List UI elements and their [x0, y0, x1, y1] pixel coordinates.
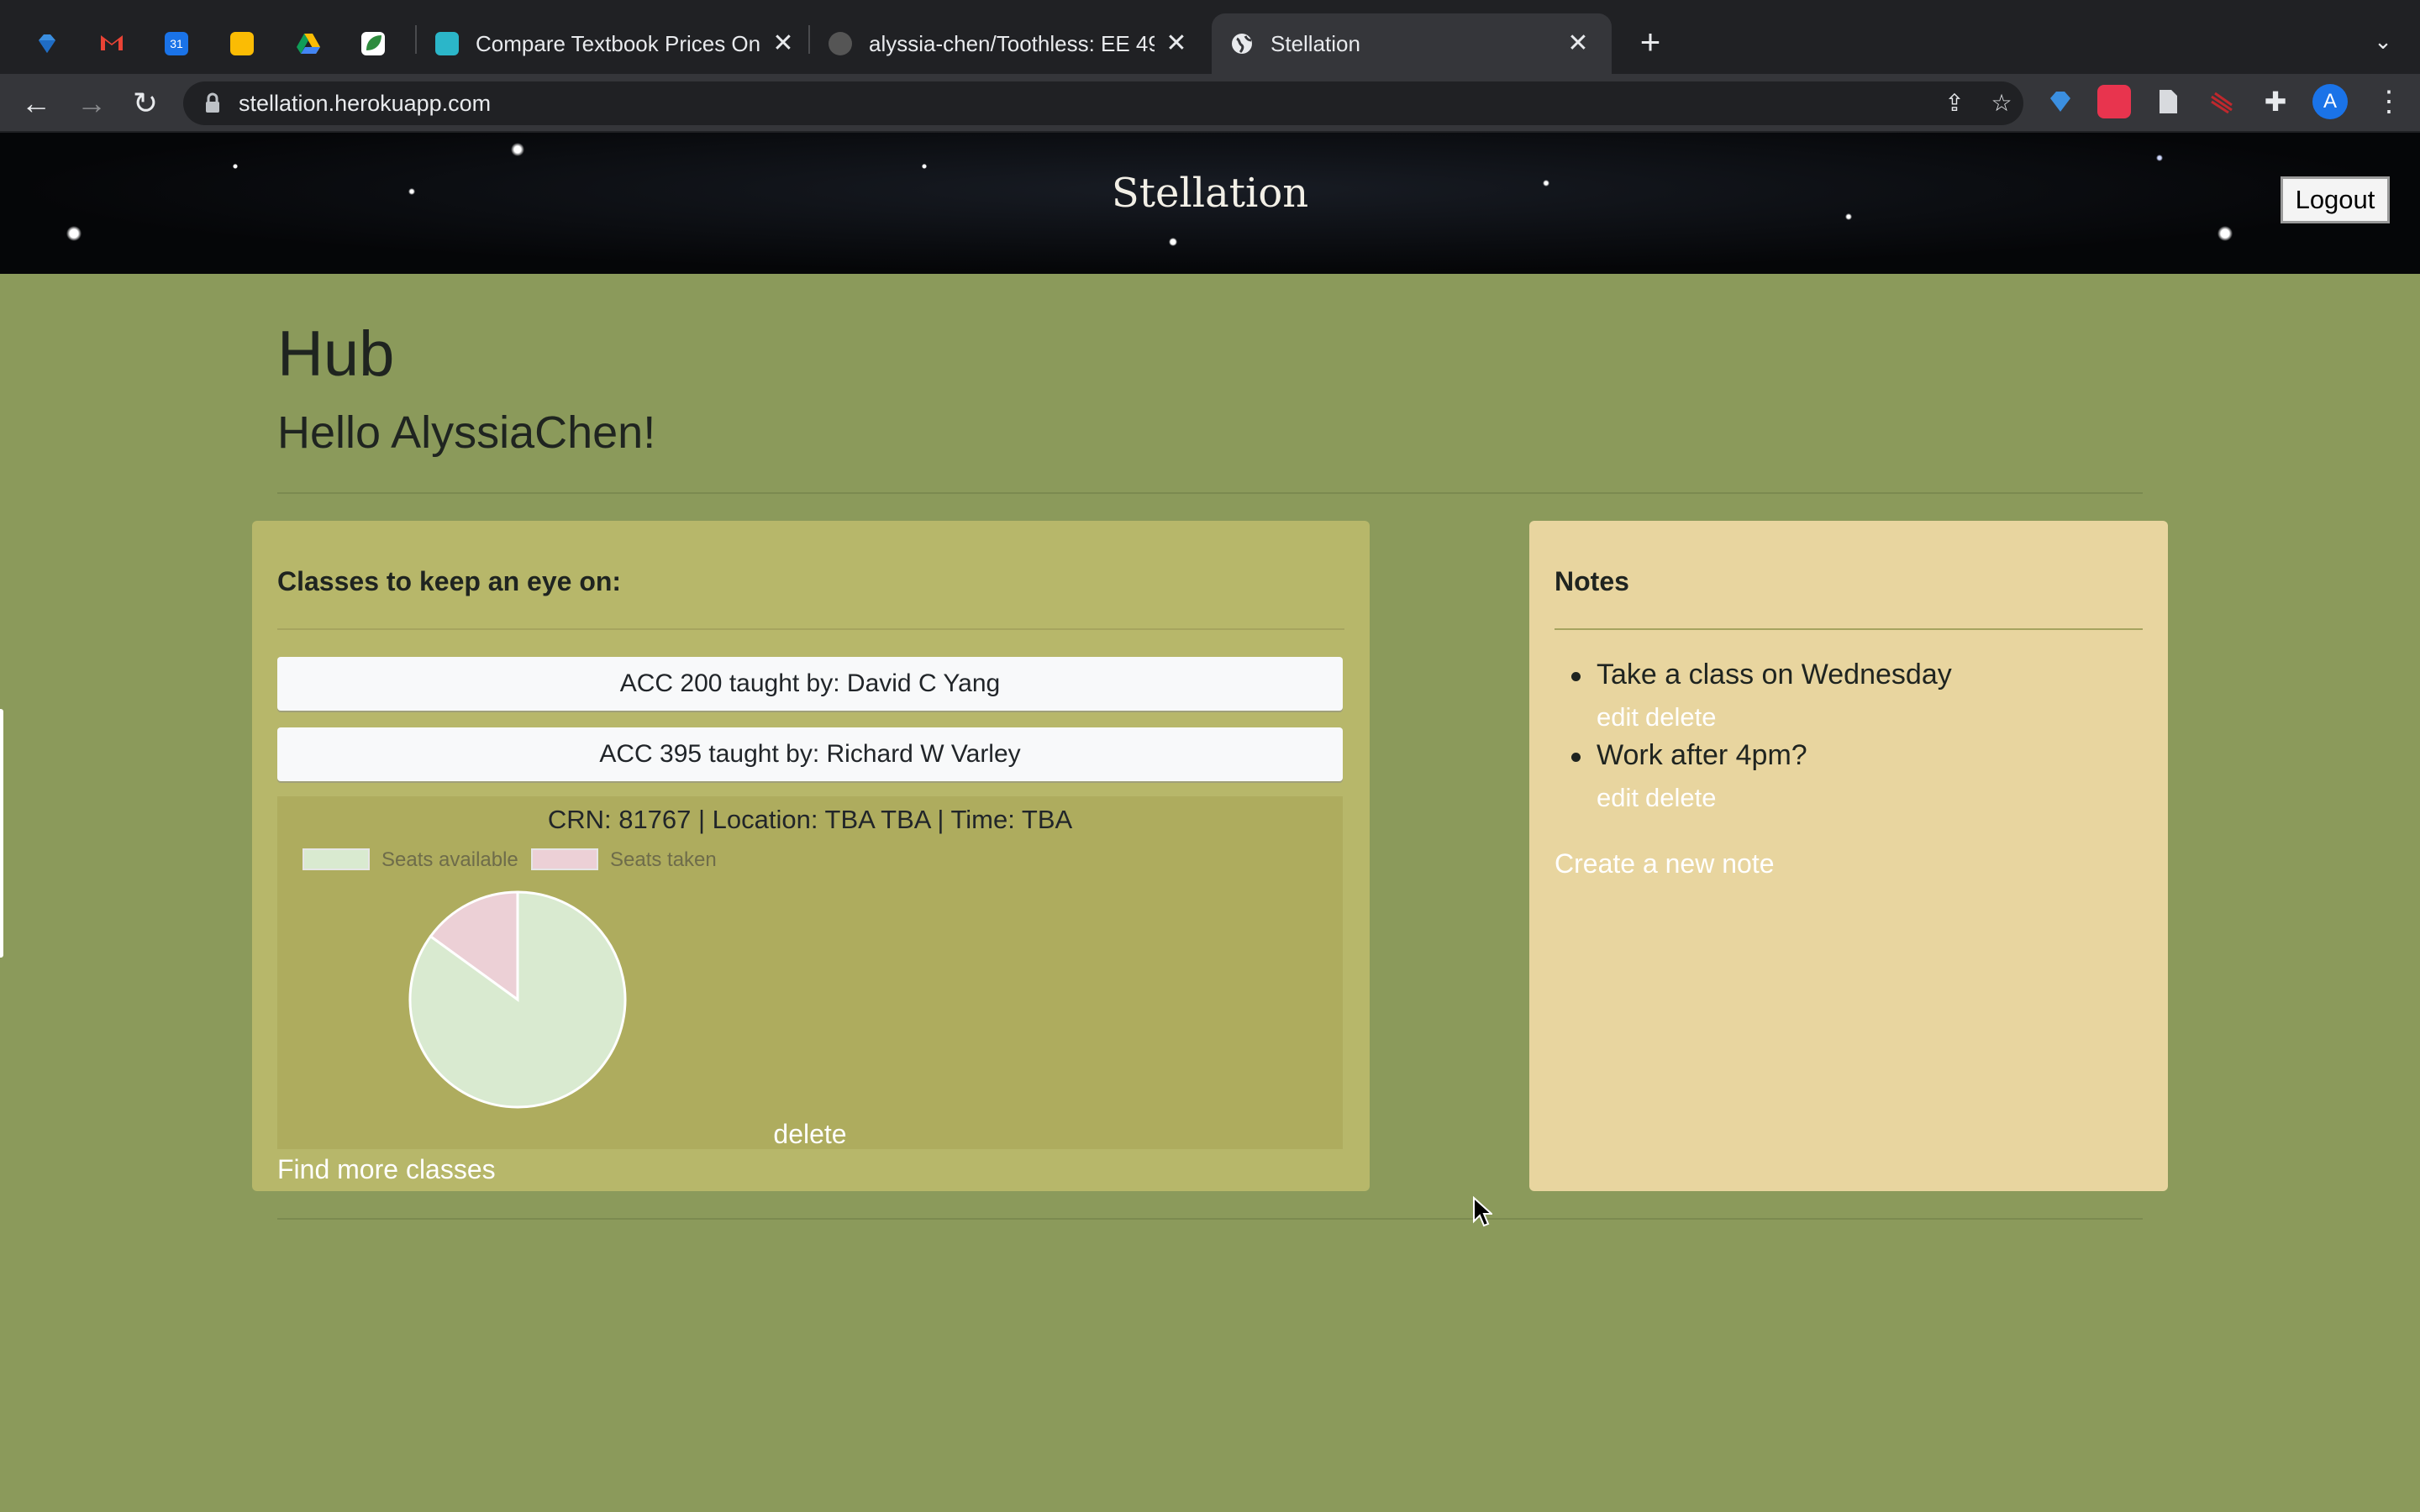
close-icon[interactable]: ✕ — [1563, 29, 1593, 59]
note-item: Take a class on Wednesday — [1571, 659, 1952, 690]
chevron-down-icon[interactable]: ⌄ — [2368, 22, 2398, 60]
site-header: Stellation Logout — [0, 133, 2420, 274]
pinned-tab-keep[interactable] — [212, 13, 272, 74]
class-info: CRN: 81767 | Location: TBA TBA | Time: T… — [547, 805, 1073, 834]
tab-textbook-prices[interactable]: Compare Textbook Prices Online ✕ — [417, 13, 817, 74]
legend-label-seats-available[interactable]: Seats available — [381, 848, 518, 872]
tab-title: Compare Textbook Prices Online — [476, 30, 761, 56]
extension-red-icon[interactable] — [2097, 85, 2131, 118]
divider — [277, 492, 2143, 494]
find-more-classes-link[interactable]: Find more classes — [277, 1154, 496, 1185]
gmail-icon — [99, 32, 123, 55]
calendar-icon: 31 — [165, 32, 188, 55]
page-title: Hub — [277, 318, 395, 390]
class-detail-panel: CRN: 81767 | Location: TBA TBA | Time: T… — [277, 796, 1343, 1149]
reload-icon[interactable]: ↻ — [124, 82, 166, 124]
mouse-cursor-icon — [1473, 1196, 1492, 1227]
divider — [277, 628, 1344, 630]
document-extension-icon[interactable] — [2151, 85, 2185, 118]
gem-extension-icon[interactable] — [2044, 85, 2077, 118]
class-item-acc200[interactable]: ACC 200 taught by: David C Yang — [277, 657, 1343, 711]
divider — [277, 1218, 2143, 1220]
globe-icon — [1230, 32, 1254, 55]
address-bar[interactable]: stellation.herokuapp.com ⇪ ☆ — [183, 81, 2023, 125]
star-icon[interactable]: ☆ — [1986, 88, 2017, 118]
delete-note-link[interactable]: delete — [1645, 783, 1716, 812]
note-item: Work after 4pm? — [1571, 739, 1807, 771]
keep-icon — [230, 32, 254, 55]
pinned-tab-calendar[interactable]: 31 — [146, 13, 207, 74]
share-icon[interactable]: ⇪ — [1939, 88, 1970, 118]
note-actions: edit delete — [1597, 702, 1723, 732]
classes-card: Classes to keep an eye on: ACC 200 taugh… — [252, 521, 1370, 1191]
notes-card: Notes Take a class on Wednesday edit dele… — [1529, 521, 2168, 1191]
classes-heading: Classes to keep an eye on: — [277, 566, 622, 596]
stripes-extension-icon[interactable] — [2205, 85, 2238, 118]
menu-kebab-icon[interactable]: ⋮ — [2375, 82, 2403, 121]
close-icon[interactable]: ✕ — [1161, 29, 1192, 59]
side-panel-handle[interactable] — [0, 709, 3, 958]
tab-title: Stellation — [1270, 30, 1360, 56]
puzzle-icon[interactable]: ✚ — [2259, 85, 2292, 118]
browser-tab-strip: 31 Compare Textbook Prices Online ✕ alys… — [0, 0, 2420, 74]
site-title[interactable]: Stellation — [0, 170, 2420, 217]
edit-note-link[interactable]: edit — [1597, 702, 1639, 732]
leaf-icon — [361, 32, 385, 55]
pinned-tab-drive[interactable] — [277, 13, 338, 74]
note-actions: edit delete — [1597, 783, 1723, 813]
avatar[interactable]: A — [2312, 84, 2348, 119]
pinned-tab-leaf[interactable] — [343, 13, 403, 74]
divider — [1555, 628, 2143, 630]
delete-class-link[interactable]: delete — [277, 1119, 1343, 1150]
delete-note-link[interactable]: delete — [1645, 702, 1716, 732]
greeting: Hello AlyssiaChen! — [277, 407, 656, 458]
legend-label-seats-taken[interactable]: Seats taken — [610, 848, 717, 872]
textbook-site-icon — [435, 32, 459, 55]
lock-icon — [206, 92, 219, 113]
class-item-acc395[interactable]: ACC 395 taught by: Richard W Varley — [277, 727, 1343, 781]
notes-heading: Notes — [1555, 566, 1629, 596]
new-tab-icon[interactable]: + — [1634, 20, 1667, 64]
tab-title: alyssia-chen/Toothless: EE 491 — [869, 30, 1155, 56]
close-icon[interactable]: ✕ — [768, 29, 798, 59]
tab-github-toothless[interactable]: alyssia-chen/Toothless: EE 491 ✕ — [810, 13, 1210, 74]
logout-button[interactable]: Logout — [2281, 176, 2390, 223]
url-text: stellation.herokuapp.com — [239, 91, 492, 116]
seats-pie-chart — [408, 890, 627, 1109]
legend-swatch-seats-available — [302, 848, 370, 870]
drive-icon — [296, 32, 320, 55]
tab-stellation[interactable]: Stellation ✕ — [1212, 13, 1612, 74]
edit-note-link[interactable]: edit — [1597, 783, 1639, 812]
pinned-tab-gmail[interactable] — [81, 13, 141, 74]
back-arrow-icon[interactable]: ← — [15, 82, 57, 124]
create-note-link[interactable]: Create a new note — [1555, 848, 1775, 879]
forward-arrow-icon[interactable]: → — [71, 82, 113, 124]
pinned-tab-gem[interactable] — [17, 13, 77, 74]
github-icon — [829, 32, 852, 55]
legend-swatch-seats-taken — [531, 848, 598, 870]
gem-icon — [35, 32, 59, 55]
